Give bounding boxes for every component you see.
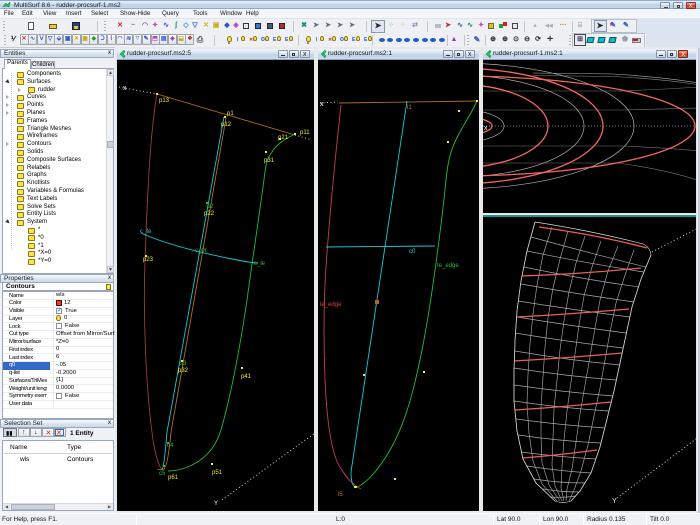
- svg-text:Y: Y: [612, 498, 617, 505]
- svg-text:c_0r: c_0r: [195, 248, 207, 254]
- svg-text:x: x: [320, 101, 324, 108]
- svg-text:c5: c5: [159, 471, 166, 477]
- svg-text:c0: c0: [409, 249, 416, 255]
- svg-text:p31: p31: [264, 158, 275, 164]
- svg-text:x: x: [123, 85, 127, 92]
- svg-text:c_te: c_te: [140, 229, 152, 235]
- svg-text:p61: p61: [168, 475, 179, 481]
- svg-text:te_edge: te_edge: [437, 263, 459, 269]
- svg-text:p11: p11: [300, 130, 310, 136]
- svg-text:p13: p13: [159, 98, 170, 104]
- svg-text:le_edge: le_edge: [320, 302, 342, 308]
- svg-text:p51: p51: [212, 470, 223, 476]
- svg-text:c_le: c_le: [254, 261, 266, 267]
- svg-text:Y: Y: [214, 501, 218, 507]
- svg-text:l1: l1: [407, 105, 412, 111]
- svg-text:p12: p12: [221, 122, 232, 128]
- svg-text:p23: p23: [143, 257, 154, 263]
- svg-text:x: x: [484, 125, 488, 132]
- svg-text:p1: p1: [227, 111, 234, 117]
- svg-text:p41: p41: [241, 374, 252, 380]
- svg-text:p22: p22: [204, 211, 215, 217]
- svg-text:l5: l5: [338, 492, 343, 498]
- svg-text:p32: p32: [178, 368, 189, 374]
- svg-text:s2: s2: [207, 204, 214, 210]
